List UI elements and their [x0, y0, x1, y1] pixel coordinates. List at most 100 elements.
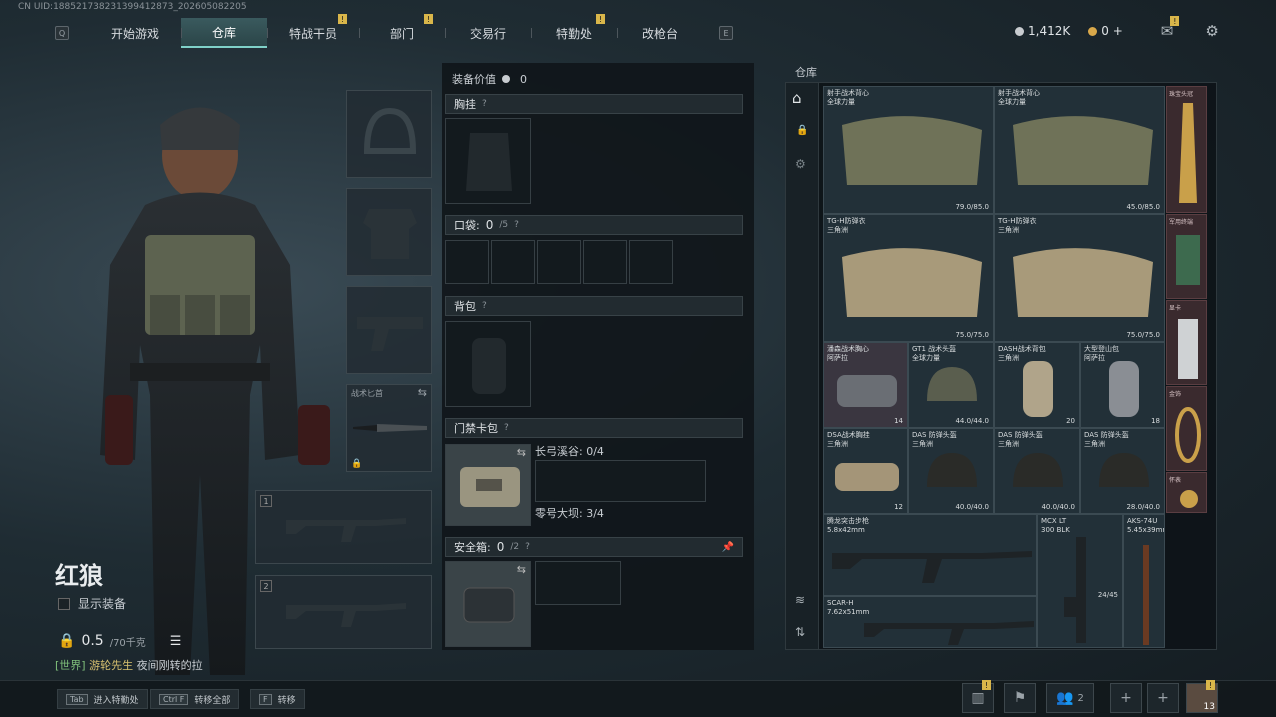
mail-icon[interactable]: ✉!: [1161, 16, 1180, 40]
help-icon[interactable]: ?: [482, 99, 487, 109]
inventory-item[interactable]: DASH战术背包 三角洲 20: [994, 342, 1080, 428]
armor-icon: [1013, 248, 1153, 317]
pocket-slot[interactable]: [629, 240, 673, 284]
pocket-header: 口袋: 0/5?: [445, 215, 743, 235]
silver-currency[interactable]: 1,412K: [1015, 24, 1070, 38]
keycard-grid[interactable]: [535, 460, 706, 502]
inventory-item[interactable]: DAS 防弹头盔 三角洲 40.0/40.0: [908, 428, 994, 514]
inventory-item[interactable]: 军用终端: [1166, 214, 1207, 299]
settings-gear-icon[interactable]: ⚙: [1205, 22, 1218, 40]
inventory-item[interactable]: 显卡: [1166, 300, 1207, 385]
pocket-slot[interactable]: [537, 240, 581, 284]
alert-badge: !: [424, 14, 434, 24]
swap-icon[interactable]: ⇆: [418, 386, 427, 399]
armor-slot[interactable]: [346, 188, 432, 276]
hint-transfer[interactable]: F 转移: [250, 689, 305, 709]
inventory-item[interactable]: 腾龙突击步枪 5.8x42mm: [823, 514, 1037, 596]
inventory-item[interactable]: 大型登山包 阿萨拉 18: [1080, 342, 1165, 428]
alert-badge: !: [982, 680, 991, 690]
rifle-icon: [1064, 537, 1086, 643]
inventory-item[interactable]: 射手战术背心 全球力量 79.0/85.0: [823, 86, 994, 214]
melee-slot[interactable]: 战术匕首 ⇆ 🔒: [346, 384, 432, 472]
primary-weapon-slot[interactable]: 1: [255, 490, 432, 564]
list-icon[interactable]: ☰: [170, 634, 182, 649]
sort-icon[interactable]: ⇅: [795, 625, 805, 639]
flag-icon[interactable]: ⚑: [1004, 683, 1036, 713]
inventory-item[interactable]: SCAR-H 7.62x51mm: [823, 596, 1037, 648]
pocket-slot[interactable]: [491, 240, 535, 284]
help-icon[interactable]: ?: [525, 542, 530, 552]
help-icon[interactable]: ?: [504, 423, 509, 433]
layers-icon[interactable]: ≋: [795, 593, 805, 607]
secondary-weapon-slot[interactable]: 2: [255, 575, 432, 649]
show-gear-checkbox[interactable]: [58, 597, 70, 610]
squad-button[interactable]: 👥 2: [1046, 683, 1094, 713]
pin-icon[interactable]: 📌: [722, 542, 734, 553]
stats-icon[interactable]: ▥!: [962, 680, 994, 713]
rifle-placeholder-icon: [286, 518, 406, 542]
safebox-grid[interactable]: [535, 561, 621, 605]
inventory-item[interactable]: 珠宝头冠: [1166, 86, 1207, 213]
swap-icon[interactable]: ⇆: [517, 563, 526, 576]
equipment-panel: 装备价值 0 胸挂? 口袋: 0/5? 背包? 门禁卡包? ⇆ 长弓溪谷: 0/4…: [442, 63, 754, 650]
equipment-value: 装备价值 0: [452, 72, 527, 87]
inventory-item[interactable]: DSA战术胸挂 三角洲 12: [823, 428, 908, 514]
pocket-slot[interactable]: [583, 240, 627, 284]
inventory-item[interactable]: 射手战术背心 全球力量 45.0/85.0: [994, 86, 1165, 214]
inventory-item[interactable]: 潘森战术胸心 阿萨拉 14: [823, 342, 908, 428]
invite-slot-button[interactable]: +: [1147, 683, 1179, 713]
pistol-slot[interactable]: [346, 286, 432, 374]
tab-start-game[interactable]: 开始游戏: [89, 18, 181, 48]
inventory-item[interactable]: MCX LT 300 BLK 24/45: [1037, 514, 1123, 648]
inventory-item[interactable]: DAS 防弹头盔 三角洲 28.0/40.0: [1080, 428, 1165, 514]
backpack-slot[interactable]: [445, 321, 531, 407]
vest-icon: [842, 116, 982, 185]
tab-special-ops[interactable]: 特勤处!: [531, 14, 617, 48]
pocket-slot[interactable]: [445, 240, 489, 284]
lock-icon[interactable]: 🔒: [796, 125, 808, 136]
gold-currency[interactable]: 0 +: [1088, 24, 1123, 38]
help-icon[interactable]: ?: [482, 301, 487, 311]
tab-department[interactable]: 部门!: [359, 14, 445, 48]
knife-icon: [353, 424, 427, 432]
tab-trading[interactable]: 交易行: [445, 18, 531, 48]
crown-icon: [1179, 103, 1197, 203]
settings-gear-icon[interactable]: ⚙: [795, 157, 806, 171]
tab-warehouse[interactable]: 仓库: [181, 18, 268, 48]
tab-operators[interactable]: 特战干员!: [267, 14, 359, 48]
helmet-slot[interactable]: [346, 90, 432, 178]
tab-gunsmith[interactable]: 改枪台: [617, 18, 703, 48]
player-avatar[interactable]: ! 13: [1186, 680, 1218, 713]
helmet-icon: [1099, 453, 1149, 487]
chest-rig-slot[interactable]: [445, 118, 531, 204]
show-gear-toggle[interactable]: 显示装备: [58, 595, 126, 612]
top-nav: Q 开始游戏 仓库 特战干员! 部门! 交易行 特勤处! 改枪台 E: [55, 14, 734, 48]
prev-tab-key[interactable]: Q: [55, 26, 69, 40]
show-gear-label: 显示装备: [78, 597, 127, 611]
warehouse-sidebar: ⌂ 🔒 ⚙ ≋ ⇅: [786, 83, 819, 649]
silver-coin-icon: [502, 75, 510, 83]
silver-coin-icon: [1015, 27, 1024, 36]
hint-transfer-all[interactable]: Ctrl F 转移全部: [150, 689, 240, 709]
help-icon[interactable]: ?: [514, 220, 519, 230]
inventory-item[interactable]: DAS 防弹头盔 三角洲 40.0/40.0: [994, 428, 1080, 514]
inventory-item[interactable]: TG-H防弹衣 三角洲 75.0/75.0: [823, 214, 994, 342]
keycard-map-2: 零号大坝: 3/4: [535, 507, 604, 520]
safebox-header: 安全箱: 0/2? 📌: [445, 537, 743, 557]
inventory-item[interactable]: GT1 战术头盔 全球力量 44.0/44.0: [908, 342, 994, 428]
safebox-slot[interactable]: ⇆: [445, 561, 531, 647]
jewelry-icon: [1175, 407, 1201, 463]
people-icon: 👥: [1056, 690, 1074, 706]
warehouse-tab-icon[interactable]: ⌂: [792, 89, 814, 111]
inventory-item[interactable]: 金饰: [1166, 386, 1207, 471]
keycard-case-slot[interactable]: ⇆: [445, 444, 531, 526]
inventory-item[interactable]: 怀表: [1166, 472, 1207, 513]
invite-slot-button[interactable]: +: [1110, 683, 1142, 713]
chest-rig-icon: [837, 375, 897, 407]
swap-icon[interactable]: ⇆: [517, 446, 526, 459]
hint-special-ops[interactable]: Tab 进入特勤处: [57, 689, 148, 709]
chat-message[interactable]: [世界] 游轮先生 夜间刚转的拉: [55, 657, 203, 673]
inventory-item[interactable]: TG-H防弹衣 三角洲 75.0/75.0: [994, 214, 1165, 342]
next-tab-key[interactable]: E: [719, 26, 734, 40]
inventory-item[interactable]: AKS-74U 5.45x39mm: [1123, 514, 1165, 648]
